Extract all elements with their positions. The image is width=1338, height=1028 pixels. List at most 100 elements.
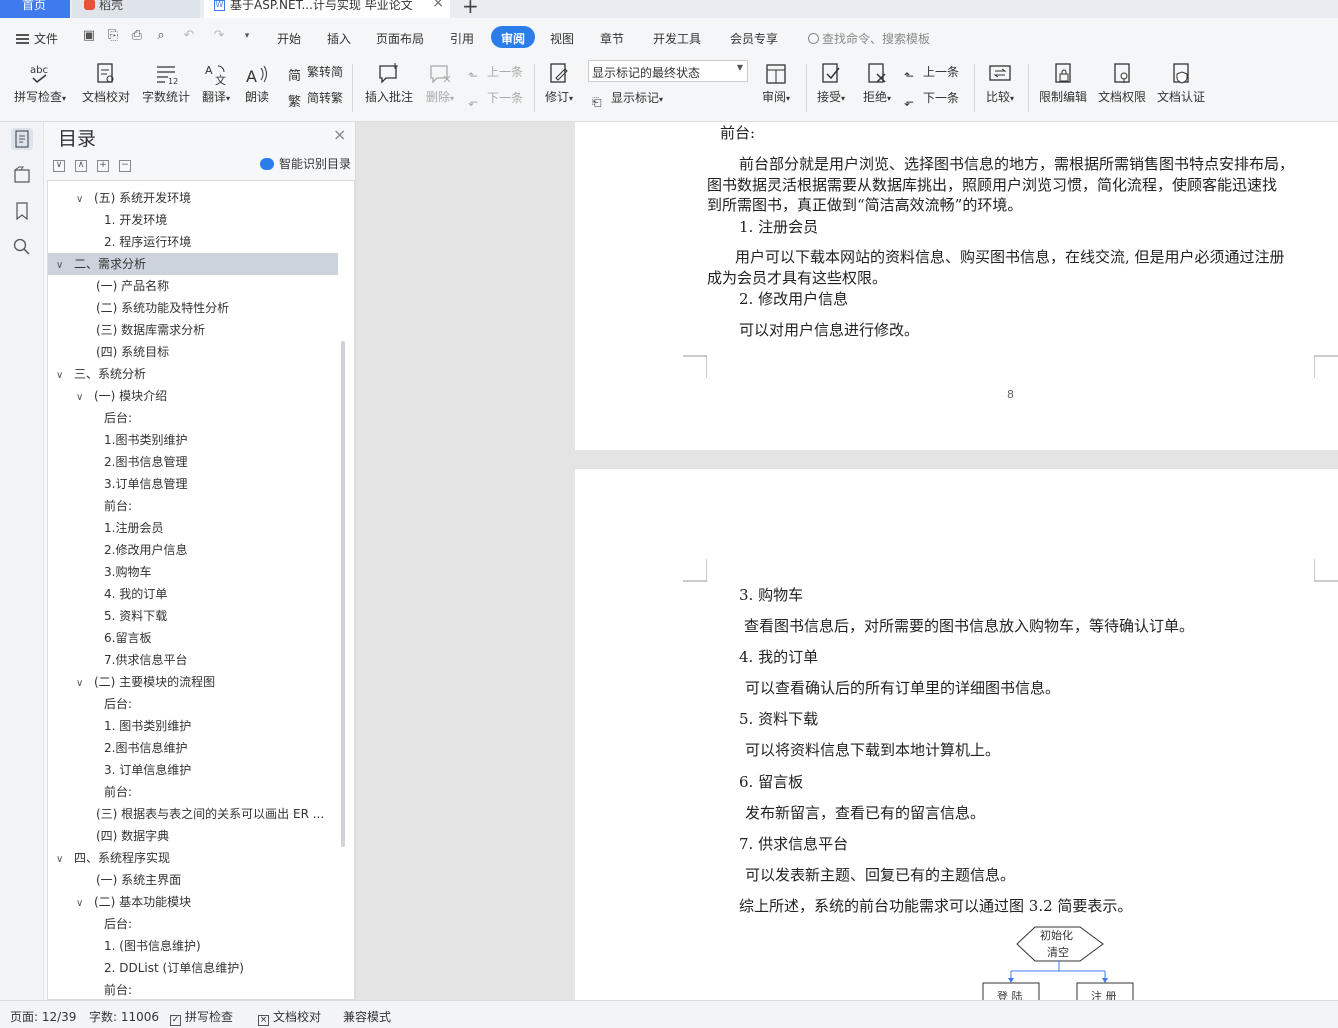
toc-item[interactable]: (四) 数据字典: [48, 825, 338, 847]
print-preview-icon[interactable]: ⌕: [154, 29, 168, 43]
export-icon[interactable]: ⎘: [106, 29, 120, 43]
doc-certify-button[interactable]: 文档认证: [1155, 58, 1207, 114]
translate-button[interactable]: A文 翻译▾: [198, 58, 234, 114]
word-count-button[interactable]: 12 字数统计: [140, 58, 192, 114]
document-canvas[interactable]: 前台: 前台部分就是用户浏览、选择图书信息的地方，需根据所需销售图书特点安排布局…: [356, 122, 1338, 1003]
toc-item[interactable]: 1. 开发环境: [48, 209, 338, 231]
toc-item[interactable]: 前台:: [48, 781, 338, 803]
close-tab-icon[interactable]: ×: [432, 0, 444, 10]
file-menu[interactable]: 文件: [16, 30, 58, 47]
insert-comment-button[interactable]: 插入批注: [362, 58, 416, 114]
menu-review[interactable]: 审阅: [491, 26, 536, 48]
toc-item[interactable]: 4. 我的订单: [48, 583, 338, 605]
tab-home[interactable]: 首页: [0, 0, 70, 18]
tab-document[interactable]: W 基于ASP.NET...计与实现 毕业论文 ×: [204, 0, 450, 18]
undo-icon[interactable]: ↶: [182, 29, 196, 43]
menu-view[interactable]: 视图: [550, 30, 574, 47]
toc-item[interactable]: 6.留言板: [48, 627, 338, 649]
print-icon[interactable]: ⎙: [130, 29, 144, 43]
toc-item[interactable]: 2. 程序运行环境: [48, 231, 338, 253]
add-heading-icon[interactable]: +: [97, 160, 109, 172]
toc-item[interactable]: 1. (图书信息维护): [48, 935, 338, 957]
menu-developer[interactable]: 开发工具: [653, 30, 701, 47]
trad-to-simp-button[interactable]: 简繁转简: [288, 63, 343, 85]
prev-change-button[interactable]: ⬑ 上一条: [904, 63, 959, 84]
chevron-down-icon[interactable]: ∨: [56, 849, 66, 869]
toc-item[interactable]: (二) 系统功能及特性分析: [48, 297, 338, 319]
toc-item[interactable]: 2.图书信息管理: [48, 451, 338, 473]
menu-page-layout[interactable]: 页面布局: [376, 30, 424, 47]
doc-permission-button[interactable]: 文档权限: [1096, 58, 1148, 114]
show-markup-button[interactable]: ⎗ 显示标记▾: [592, 89, 663, 110]
menu-insert[interactable]: 插入: [327, 30, 351, 47]
toc-item[interactable]: ∨ (二) 主要模块的流程图: [48, 671, 338, 693]
chevron-down-icon[interactable]: ∨: [56, 255, 66, 275]
toc-item[interactable]: ∨ (二) 基本功能模块: [48, 891, 338, 913]
chevron-down-icon[interactable]: ∨: [76, 387, 86, 407]
menu-chapter[interactable]: 章节: [600, 30, 624, 47]
toc-item[interactable]: 后台:: [48, 693, 338, 715]
page-indicator[interactable]: 页面: 12/39: [10, 1008, 76, 1025]
status-spell-check[interactable]: ✓ 拼写检查: [170, 1008, 233, 1026]
toc-item[interactable]: ∨ 三、系统分析: [48, 363, 338, 385]
document-page[interactable]: 前台: 前台部分就是用户浏览、选择图书信息的地方，需根据所需销售图书特点安排布局…: [575, 122, 1338, 450]
track-changes-button[interactable]: 修订▾: [540, 58, 578, 114]
toc-item[interactable]: ∨ 四、系统程序实现: [48, 847, 338, 869]
collapse-all-icon[interactable]: ∨: [53, 160, 65, 172]
chevron-down-icon[interactable]: ∨: [76, 189, 86, 209]
chapter-nav-icon[interactable]: [11, 164, 33, 186]
smart-toc-button[interactable]: 智能识别目录: [260, 155, 351, 172]
toc-item[interactable]: 后台:: [48, 407, 338, 429]
expand-all-icon[interactable]: ∧: [75, 160, 87, 172]
new-tab-button[interactable]: +: [462, 0, 479, 18]
tab-doke[interactable]: 稻壳: [72, 0, 200, 18]
toc-item[interactable]: 5. 资料下载: [48, 605, 338, 627]
menu-start[interactable]: 开始: [277, 30, 301, 47]
restrict-editing-button[interactable]: 限制编辑: [1036, 58, 1090, 114]
prev-comment-button[interactable]: ⬑ 上一条: [468, 63, 523, 84]
toc-item[interactable]: ∨ (五) 系统开发环境: [48, 187, 338, 209]
chevron-down-icon[interactable]: ∨: [76, 673, 86, 693]
chevron-down-icon[interactable]: ∨: [76, 893, 86, 913]
customize-dropdown-icon[interactable]: ▾: [240, 29, 254, 43]
toc-item[interactable]: 1.注册会员: [48, 517, 338, 539]
compare-button[interactable]: 比较▾: [980, 58, 1020, 114]
save-icon[interactable]: ▣: [82, 29, 96, 43]
toc-item[interactable]: (三) 根据表与表之间的关系可以画出 ER ...: [48, 803, 338, 825]
toc-item[interactable]: 2.图书信息维护: [48, 737, 338, 759]
remove-heading-icon[interactable]: −: [119, 160, 131, 172]
toc-item[interactable]: 1. 图书类别维护: [48, 715, 338, 737]
simp-to-trad-button[interactable]: 繁简转繁: [288, 89, 343, 111]
toc-item[interactable]: 7.供求信息平台: [48, 649, 338, 671]
next-comment-button[interactable]: ⬐ 下一条: [468, 89, 523, 110]
toc-item[interactable]: 3. 订单信息维护: [48, 759, 338, 781]
menu-member[interactable]: 会员专享: [730, 30, 778, 47]
delete-comment-button[interactable]: 删除▾: [422, 58, 458, 114]
toc-icon[interactable]: [11, 128, 33, 150]
close-icon[interactable]: ×: [333, 125, 346, 144]
toc-scrollbar[interactable]: [341, 341, 345, 847]
toc-item[interactable]: ∨ 二、需求分析: [48, 253, 338, 275]
toc-item[interactable]: (一) 产品名称: [48, 275, 338, 297]
toc-item[interactable]: 3.订单信息管理: [48, 473, 338, 495]
doc-proofread-button[interactable]: 文档校对: [80, 58, 132, 114]
reject-button[interactable]: 拒绝▾: [858, 58, 896, 114]
toc-item[interactable]: (一) 系统主界面: [48, 869, 338, 891]
menu-references[interactable]: 引用: [450, 30, 474, 47]
chevron-down-icon[interactable]: ∨: [56, 365, 66, 385]
toc-item[interactable]: 前台:: [48, 495, 338, 517]
toc-item[interactable]: 2. DDList (订单信息维护): [48, 957, 338, 979]
accept-button[interactable]: 接受▾: [812, 58, 850, 114]
find-icon[interactable]: [11, 236, 33, 258]
toc-item[interactable]: 1.图书类别维护: [48, 429, 338, 451]
toc-item[interactable]: 前台:: [48, 979, 338, 999]
next-change-button[interactable]: ⬐ 下一条: [904, 89, 959, 110]
toc-item[interactable]: (三) 数据库需求分析: [48, 319, 338, 341]
spell-check-button[interactable]: abc 拼写检查▾: [10, 58, 70, 114]
command-search[interactable]: 查找命令、搜索模板: [808, 30, 930, 47]
toc-item[interactable]: 后台:: [48, 913, 338, 935]
review-pane-button[interactable]: 审阅▾: [758, 58, 794, 114]
toc-item[interactable]: ∨ (一) 模块介绍: [48, 385, 338, 407]
toc-item[interactable]: (四) 系统目标: [48, 341, 338, 363]
markup-state-select[interactable]: 显示标记的最终状态 ▼: [588, 60, 748, 82]
